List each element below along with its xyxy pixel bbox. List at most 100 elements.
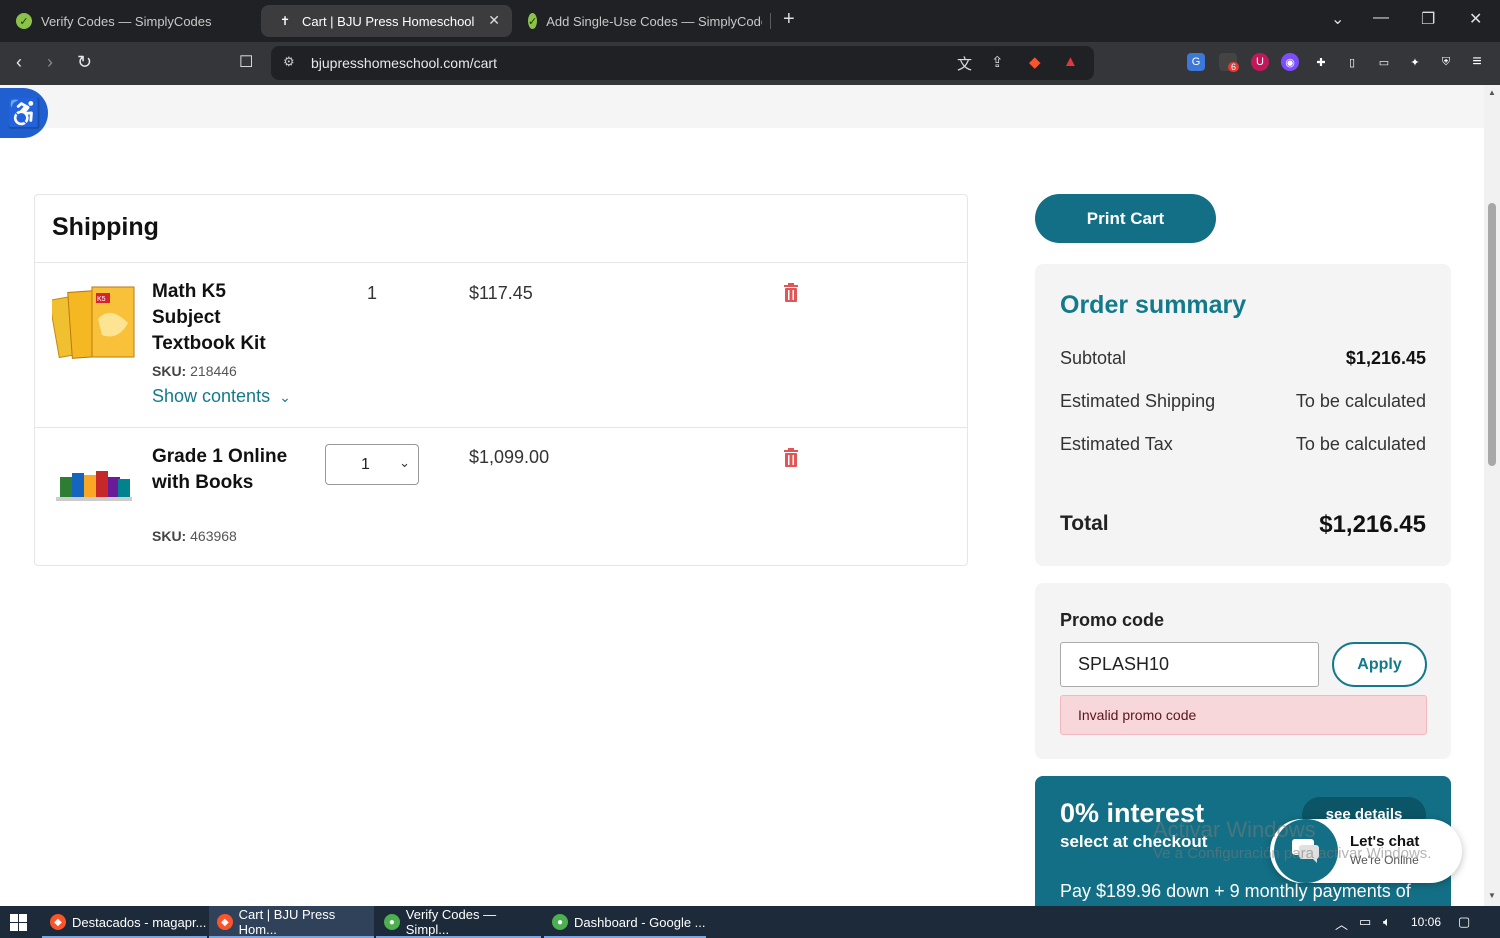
site-info-icon[interactable]: ⚙ (283, 54, 295, 70)
chrome-icon: ● (552, 914, 568, 930)
taskbar-item-brave[interactable]: ◆ Destacados - magapr... (42, 906, 207, 938)
print-cart-button[interactable]: Print Cart (1035, 194, 1216, 243)
menu-icon[interactable]: ≡ (1468, 53, 1486, 71)
tax-label: Estimated Tax (1060, 434, 1173, 454)
scroll-down-icon[interactable]: ▼ (1488, 891, 1496, 900)
chevron-down-icon: ⌄ (279, 389, 291, 405)
windows-start-icon[interactable] (10, 914, 27, 931)
volume-icon[interactable]: 🔈︎ (1383, 914, 1391, 930)
network-icon[interactable]: ▭ (1359, 914, 1371, 930)
subtotal-value: $1,216.45 (1345, 348, 1426, 368)
sku-value: 218446 (190, 363, 237, 379)
tab-title: Cart | BJU Press Homeschool (302, 13, 475, 29)
wallet-icon[interactable]: ▭ (1375, 53, 1393, 71)
leo-ai-icon[interactable]: ✦ (1406, 53, 1424, 71)
taskbar-item-label: Destacados - magapr... (72, 914, 207, 930)
sidebar-icon[interactable]: ▯ (1343, 53, 1361, 71)
trash-icon[interactable] (783, 283, 799, 302)
tray-chevron-icon[interactable]: ︿ (1335, 914, 1348, 933)
item-price: $1,099.00 (469, 447, 550, 467)
windows-activation-hint: Ve a Configuración para activar Windows. (1153, 845, 1432, 862)
extension-icon[interactable]: 6 (1219, 53, 1240, 72)
close-tab-icon[interactable]: ✕ (488, 12, 500, 29)
total-label: Total (1060, 512, 1109, 535)
chrome-icon: ● (384, 914, 400, 930)
promo-code-panel: Promo code SPLASH10 Apply Invalid promo … (1035, 583, 1451, 759)
ublock-icon[interactable]: U (1251, 53, 1269, 71)
show-contents-toggle[interactable]: Show contents ⌄ (152, 386, 291, 407)
taskbar-item-label: Verify Codes — Simpl... (405, 907, 497, 937)
page-scrollbar[interactable]: ▲ ▼ (1484, 85, 1500, 906)
forward-icon[interactable]: › (47, 52, 53, 73)
item-sku: SKU: 218446 (152, 363, 237, 379)
simplycodes-favicon-icon: ✓ (528, 13, 538, 29)
minimize-icon[interactable]: — (1373, 9, 1389, 27)
windows-activation-watermark: Activar Windows (1153, 817, 1316, 842)
divider (35, 262, 967, 263)
promo-code-label: Promo code (1060, 610, 1165, 630)
subtotal-label: Subtotal (1060, 348, 1127, 368)
grade-1-product-image[interactable] (52, 465, 136, 509)
brave-rewards-icon[interactable]: ▲ (1063, 53, 1078, 70)
taskbar-item-dashboard[interactable]: ● Dashboard - Google ... (544, 906, 706, 938)
tab-search-chevron-icon[interactable]: ⌄ (1331, 9, 1344, 29)
taskbar-item-label: Dashboard - Google ... (574, 914, 706, 930)
browser-toolbar: ‹ › ↻ ☐ ⚙ bjupresshomeschool.com/cart 文 … (0, 42, 1500, 85)
accessibility-icon[interactable]: ♿ (0, 88, 48, 138)
taskbar-item-label: Cart | BJU Press Hom... (238, 907, 336, 937)
quantity-value: 1 (361, 456, 370, 473)
item-quantity: 1 (367, 283, 378, 303)
apply-promo-button[interactable]: Apply (1332, 642, 1427, 687)
order-summary-title: Order summary (1060, 291, 1247, 319)
svg-text:K5: K5 (97, 296, 106, 303)
math-k5-product-image[interactable]: K5 (52, 279, 136, 363)
cart-items-panel: Shipping K5 Math K5 Subject Textbook Kit… (34, 194, 968, 566)
item-price: $117.45 (469, 283, 533, 303)
page-header-strip (0, 85, 1484, 128)
bookmark-icon[interactable]: ☐ (239, 52, 253, 72)
financing-payment-text: Pay $189.96 down + 9 monthly payments of (1060, 881, 1411, 901)
chevron-down-icon: ⌄ (399, 455, 410, 470)
extension-purple-icon[interactable]: ◉ (1281, 53, 1299, 71)
vpn-icon[interactable]: ⛨ (1437, 53, 1455, 71)
translate-extension-icon[interactable]: G (1187, 53, 1205, 71)
sku-label: SKU: (152, 528, 187, 544)
item-name[interactable]: Grade 1 Online with Books (152, 444, 292, 496)
notifications-icon[interactable]: ▢ (1458, 914, 1470, 930)
promo-code-input[interactable]: SPLASH10 (1060, 642, 1319, 687)
brave-shields-icon[interactable]: ◆ (1029, 53, 1041, 71)
tab-title: Add Single-Use Codes — SimplyCode (546, 13, 762, 29)
brave-icon: ◆ (217, 914, 233, 930)
cart-page: ♿ Shipping K5 Math K5 Subject Textbook K… (0, 85, 1484, 906)
browser-tab-strip: ✓ Verify Codes — SimplyCodes ✝ Cart | BJ… (0, 0, 1500, 42)
extensions-puzzle-icon[interactable]: ✚ (1312, 53, 1330, 71)
item-name[interactable]: Math K5 Subject Textbook Kit (152, 279, 292, 357)
scroll-up-icon[interactable]: ▲ (1488, 88, 1496, 97)
show-contents-label: Show contents (152, 386, 271, 406)
url-text: bjupresshomeschool.com/cart (311, 55, 497, 71)
new-tab-icon[interactable]: + (783, 8, 795, 31)
taskbar-item-cart[interactable]: ◆ Cart | BJU Press Hom... (209, 906, 374, 938)
clock[interactable]: 10:06 (1411, 915, 1441, 929)
trash-icon[interactable] (783, 448, 799, 467)
tab-add-codes[interactable]: ✓ Add Single-Use Codes — SimplyCode (512, 5, 762, 37)
cart-section-title: Shipping (52, 213, 159, 241)
scrollbar-thumb[interactable] (1488, 203, 1496, 466)
tax-value: To be calculated (1295, 434, 1426, 454)
item-sku: SKU: 463968 (152, 528, 237, 544)
sku-label: SKU: (152, 363, 187, 379)
quantity-select[interactable]: 1 ⌄ (325, 444, 419, 485)
shipping-label: Estimated Shipping (1060, 391, 1216, 411)
tab-cart[interactable]: ✝ Cart | BJU Press Homeschool ✕ (261, 5, 512, 37)
address-bar[interactable]: ⚙ bjupresshomeschool.com/cart 文 ⇪ ◆ ▲ (271, 46, 1094, 80)
back-icon[interactable]: ‹ (16, 52, 22, 73)
translate-icon[interactable]: 文 (957, 53, 972, 74)
window-close-icon[interactable]: ✕ (1469, 9, 1482, 29)
reload-icon[interactable]: ↻ (77, 52, 92, 73)
tab-verify-codes[interactable]: ✓ Verify Codes — SimplyCodes (0, 5, 258, 37)
restore-icon[interactable]: ❐ (1421, 9, 1435, 29)
share-icon[interactable]: ⇪ (991, 53, 1004, 71)
taskbar-item-verify[interactable]: ● Verify Codes — Simpl... (376, 906, 541, 938)
windows-taskbar: ◆ Destacados - magapr... ◆ Cart | BJU Pr… (0, 906, 1500, 938)
extension-badge: 6 (1228, 62, 1240, 72)
